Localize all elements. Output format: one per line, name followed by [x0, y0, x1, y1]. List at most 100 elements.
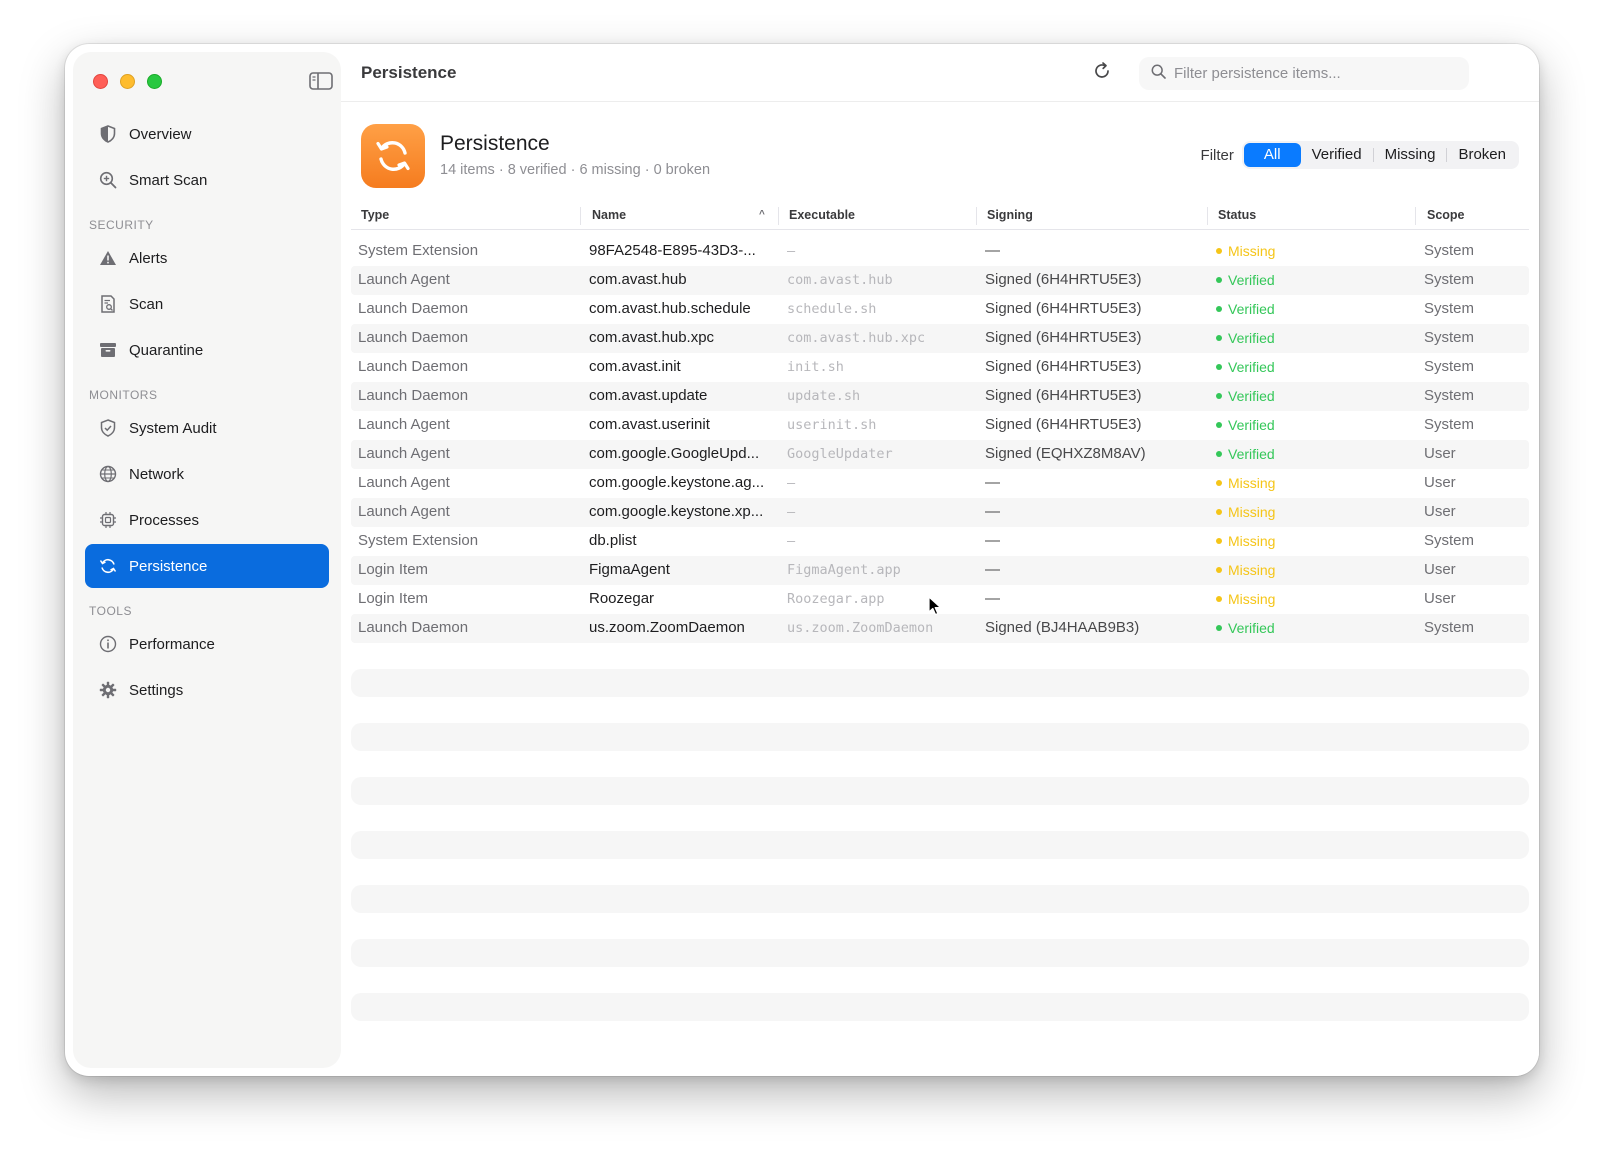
table-row[interactable]: Launch Agent com.avast.userinit userinit.s… [351, 411, 1529, 440]
refresh-button[interactable] [1086, 57, 1118, 89]
table-row[interactable]: Launch Daemon com.avast.update update.sh Si… [351, 382, 1529, 411]
status-missing-dot-icon [1216, 596, 1222, 603]
empty-row [351, 939, 1529, 967]
cell-type: Login Item [358, 561, 429, 578]
cell-status: Verified [1216, 446, 1416, 462]
cell-scope: System [1424, 416, 1475, 433]
column-header-status[interactable]: Status [1218, 208, 1256, 222]
sidebar-item-performance[interactable]: Performance [85, 622, 329, 666]
table-row[interactable]: Launch Daemon com.avast.hub.xpc com.avast.… [351, 324, 1529, 353]
sidebar-item-scan[interactable]: Scan [85, 282, 329, 326]
empty-row [351, 723, 1529, 751]
table-row[interactable]: Launch Daemon us.zoom.ZoomDaemon us.zoom.Z… [351, 614, 1529, 643]
filter-broken-button[interactable]: Broken [1447, 143, 1517, 167]
sidebar-toggle-icon[interactable] [309, 72, 333, 90]
sidebar-item-smart-scan[interactable]: Smart Scan [85, 158, 329, 202]
stat-missing: 6 missing [579, 162, 641, 178]
table-row[interactable]: Launch Agent com.google.keystone.ag... — — M… [351, 469, 1529, 498]
cell-status: Verified [1216, 301, 1416, 317]
status-label: Verified [1228, 272, 1275, 288]
filter-missing-button[interactable]: Missing [1374, 143, 1447, 167]
cell-executable: init.sh [787, 359, 844, 375]
status-verified-dot-icon [1216, 306, 1222, 313]
sidebar-item-settings[interactable]: Settings [85, 668, 329, 712]
sidebar-item-persistence[interactable]: Persistence [85, 544, 329, 588]
cell-status: Missing [1216, 533, 1416, 549]
cell-executable: schedule.sh [787, 301, 877, 317]
status-label: Missing [1228, 591, 1276, 607]
filter-control: Filter All Verified Missing Broken [1201, 141, 1519, 169]
sidebar-item-label: Smart Scan [129, 171, 208, 189]
cell-executable: — [787, 475, 796, 491]
cell-status: Missing [1216, 591, 1416, 607]
filter-all-button[interactable]: All [1243, 143, 1301, 167]
status-verified-dot-icon [1216, 422, 1222, 429]
sidebar-item-quarantine[interactable]: Quarantine [85, 328, 329, 372]
status-verified-dot-icon [1216, 451, 1222, 458]
status-missing-dot-icon [1216, 248, 1222, 255]
sidebar-item-processes[interactable]: Processes [85, 498, 329, 542]
stat-separator: · [494, 162, 508, 178]
page-header: Persistence 14 items · 8 verified · 6 mi… [361, 124, 1519, 194]
column-header-scope[interactable]: Scope [1427, 208, 1465, 222]
table-row[interactable]: System Extension 98FA2548-E895-43D3-... — —… [351, 237, 1529, 266]
column-header-executable[interactable]: Executable [789, 208, 855, 222]
status-label: Verified [1228, 330, 1275, 346]
search-input[interactable] [1174, 65, 1454, 82]
sidebar-item-overview[interactable]: Overview [85, 112, 329, 156]
status-label: Verified [1228, 417, 1275, 433]
column-header-signing[interactable]: Signing [987, 208, 1033, 222]
column-header-type[interactable]: Type [361, 208, 389, 222]
table-row[interactable]: Login Item FigmaAgent FigmaAgent.app — Missi… [351, 556, 1529, 585]
cell-name: com.avast.update [589, 387, 708, 404]
table-row[interactable]: Launch Agent com.google.GoogleUpd... Googl… [351, 440, 1529, 469]
sidebar-item-alerts[interactable]: Alerts [85, 236, 329, 280]
section-label-monitors: MONITORS [89, 388, 158, 402]
filter-verified-button[interactable]: Verified [1301, 143, 1373, 167]
cell-executable: us.zoom.ZoomDaemon [787, 620, 934, 636]
sidebar-item-label: Settings [129, 681, 184, 699]
sidebar-item-label: Processes [129, 511, 200, 529]
cell-name: com.google.keystone.xp... [589, 503, 764, 520]
table-row[interactable]: Launch Daemon com.avast.init init.sh Signed… [351, 353, 1529, 382]
sort-ascending-icon[interactable]: ^ [759, 209, 765, 220]
main-content: Persistence Persistence 14 items · 8 ver… [341, 44, 1539, 1076]
status-label: Verified [1228, 301, 1275, 317]
cell-name: com.avast.hub.xpc [589, 329, 715, 346]
sidebar-item-label: Overview [129, 125, 192, 143]
cell-type: Launch Daemon [358, 387, 469, 404]
column-divider [778, 207, 779, 225]
table-row[interactable]: System Extension db.plist — — Missing System [351, 527, 1529, 556]
zoom-window-button[interactable] [147, 74, 162, 89]
search-field[interactable] [1139, 57, 1469, 90]
cell-name: com.avast.init [589, 358, 681, 375]
column-header-name[interactable]: Name [592, 208, 626, 222]
column-divider [1415, 207, 1416, 225]
sidebar-item-system-audit[interactable]: System Audit [85, 406, 329, 450]
sidebar-item-network[interactable]: Network [85, 452, 329, 496]
minimize-window-button[interactable] [120, 74, 135, 89]
cell-scope: System [1424, 329, 1475, 346]
sidebar-nav: Overview Smart Scan SECURITY Alerts Scan [73, 112, 341, 714]
cell-status: Verified [1216, 359, 1416, 375]
cell-status: Verified [1216, 620, 1416, 636]
sidebar-item-label: Performance [129, 635, 215, 653]
filter-segmented-control: All Verified Missing Broken [1241, 141, 1519, 169]
cell-signing: Signed (6H4HRTU5E3) [985, 329, 1142, 346]
status-label: Verified [1228, 388, 1275, 404]
cell-type: System Extension [358, 532, 479, 549]
cell-type: Launch Agent [358, 474, 450, 491]
cell-signing: — [985, 561, 1000, 578]
table-row[interactable]: Launch Daemon com.avast.hub.schedule sched… [351, 295, 1529, 324]
cell-signing: — [985, 242, 1000, 259]
close-window-button[interactable] [93, 74, 108, 89]
table-row[interactable]: Launch Agent com.google.keystone.xp... — — M… [351, 498, 1529, 527]
cell-scope: System [1424, 619, 1475, 636]
sidebar-item-label: Persistence [129, 557, 208, 575]
cell-status: Missing [1216, 504, 1416, 520]
magnifier-plus-icon [99, 171, 117, 189]
sidebar-item-label: Network [129, 465, 185, 483]
table-row[interactable]: Launch Agent com.avast.hub com.avast.hub Si… [351, 266, 1529, 295]
empty-row [351, 669, 1529, 697]
sidebar-item-label: Scan [129, 295, 164, 313]
